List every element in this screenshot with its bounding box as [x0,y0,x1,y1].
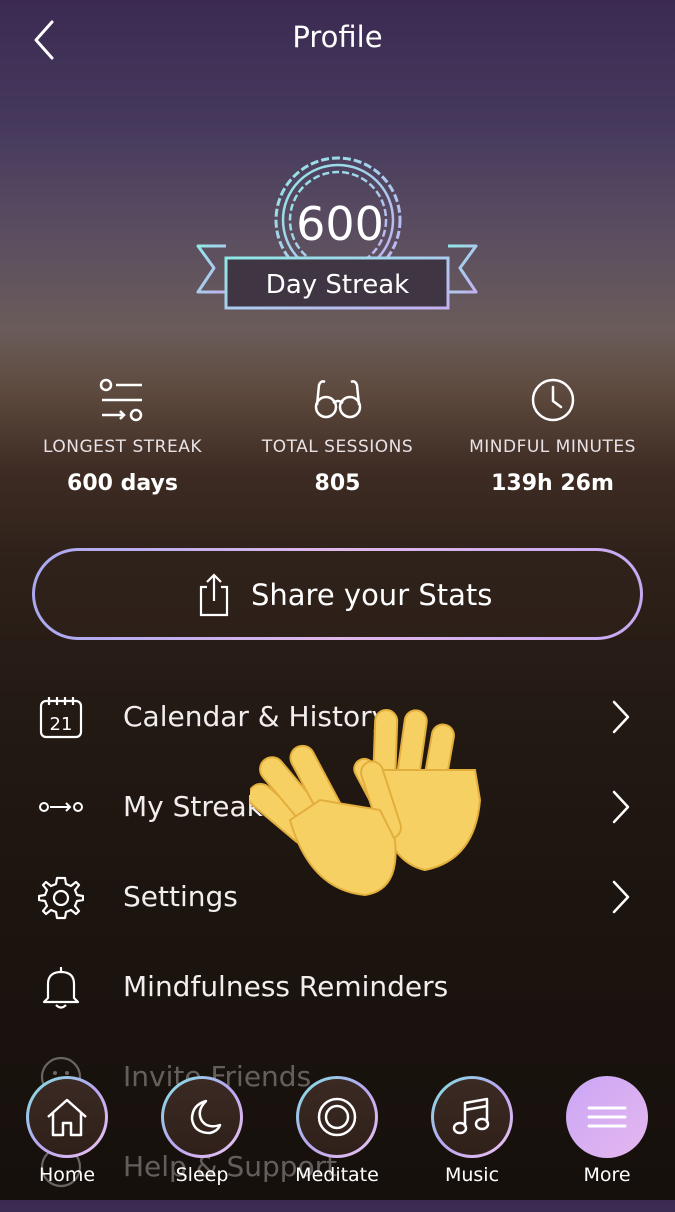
menu-label: Mindfulness Reminders [123,970,449,1003]
tab-circle [431,1076,513,1158]
chevron-right-icon [612,700,630,734]
share-label: Share your Stats [251,578,493,612]
stat-label: MINDFUL MINUTES [469,437,636,457]
menu-label: Settings [123,880,238,913]
tab-circle [26,1076,108,1158]
stat-value: 805 [314,471,361,496]
music-note-icon [452,1097,490,1135]
home-icon [47,1098,87,1137]
stat-longest-streak: LONGEST STREAK 600 days [10,375,235,496]
stat-value: 600 days [67,471,178,496]
streak-arrow-icon [39,802,83,812]
tab-circle [296,1076,378,1158]
page-title: Profile [292,20,383,54]
tab-home[interactable]: Home [22,1076,112,1186]
tab-label: Music [444,1164,500,1186]
tab-bar: Home Sleep Meditate Music More [0,1070,675,1200]
calendar-icon: 21 [39,697,83,739]
menu-lines-icon [587,1106,627,1128]
stat-value: 139h 26m [491,471,614,496]
stat-mindful-minutes: MINDFUL MINUTES 139h 26m [440,375,665,496]
tab-sleep[interactable]: Sleep [157,1076,247,1186]
calendar-day: 21 [50,714,73,735]
tab-circle [161,1076,243,1158]
chevron-right-icon [612,790,630,824]
tab-label: Meditate [295,1164,379,1186]
header-bar: Profile [0,0,675,80]
stat-label: LONGEST STREAK [43,437,202,457]
clock-icon [531,378,574,422]
waving-hands-emoji [247,700,490,900]
moon-icon [190,1099,222,1135]
menu-label: My Streak [123,790,263,823]
bell-icon [42,967,80,1009]
streak-badge: 600 Day Streak [190,150,490,320]
tab-more[interactable]: More [562,1076,652,1186]
share-stats-button[interactable]: Share your Stats [32,548,643,640]
share-icon [199,573,229,617]
streak-number: 600 [296,197,384,251]
gear-icon [38,876,84,920]
stat-label: TOTAL SESSIONS [261,437,414,457]
meditate-circle-icon [317,1097,357,1137]
tab-label: More [583,1164,631,1186]
tab-label: Sleep [175,1164,229,1186]
waving-hands-icon [247,709,482,897]
tab-circle [566,1076,648,1158]
tab-music[interactable]: Music [427,1076,517,1186]
glasses-icon [314,380,361,419]
stats-row: LONGEST STREAK 600 days TOTAL SESSIONS 8… [0,375,675,505]
tab-label: Home [38,1164,96,1186]
menu-item-mindfulness-reminders[interactable]: Mindfulness Reminders [0,942,675,1032]
tab-meditate[interactable]: Meditate [292,1076,382,1186]
streak-lines-icon [99,378,142,422]
streak-label: Day Streak [265,270,410,300]
stat-total-sessions: TOTAL SESSIONS 805 [225,375,450,496]
chevron-right-icon [612,880,630,914]
